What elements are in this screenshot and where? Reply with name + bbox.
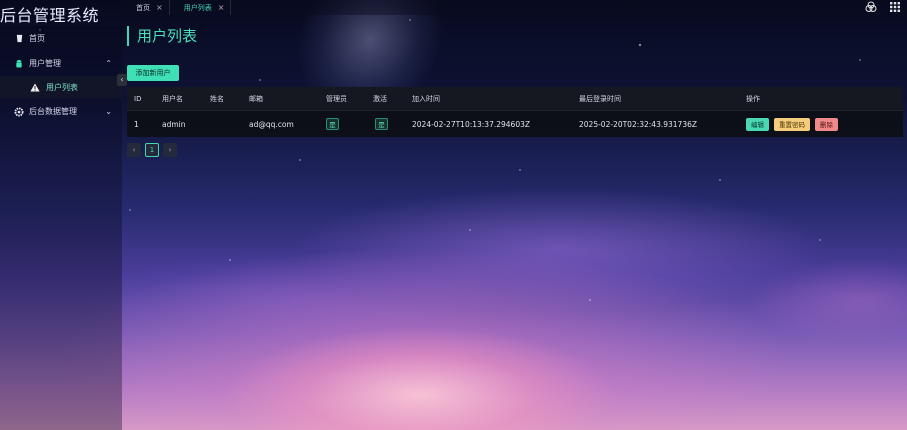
prev-page-button[interactable]: ‹ xyxy=(127,143,141,157)
active-status-badge: 是 xyxy=(375,118,388,130)
android-icon xyxy=(14,59,24,69)
sidebar-item-label: 用户管理 xyxy=(29,59,61,68)
close-icon[interactable]: × xyxy=(218,3,225,12)
cell-actions: 编辑 重置密码 删除 xyxy=(746,111,838,137)
sidebar-item-label: 用户列表 xyxy=(46,83,78,92)
close-icon[interactable]: × xyxy=(156,3,163,12)
chevron-left-icon: ‹ xyxy=(132,146,136,154)
column-header-username: 用户名 xyxy=(162,94,183,103)
sidebar-collapse-button[interactable]: ‹ xyxy=(117,74,127,86)
cell-admin: 是 xyxy=(326,111,339,137)
tab-home[interactable]: 首页 × xyxy=(122,0,170,15)
cell-joined: 2024-02-27T10:13:37.294603Z xyxy=(412,119,531,129)
sidebar: 首页 用户管理 ⌃ 用户列表 后台数据管理 ⌄ xyxy=(0,26,122,430)
cell-active: 是 xyxy=(375,111,388,137)
cup-icon xyxy=(14,34,24,44)
sidebar-item-label: 后台数据管理 xyxy=(29,107,77,116)
cell-last-login: 2025-02-20T02:32:43.931736Z xyxy=(579,119,698,129)
sidebar-item-label: 首页 xyxy=(29,34,45,43)
chevron-left-icon: ‹ xyxy=(120,75,124,84)
add-user-button[interactable]: 添加新用户 xyxy=(127,65,179,81)
sidebar-item-user-list[interactable]: 用户列表 xyxy=(0,76,122,99)
tab-bar: 首页 × 用户列表 × xyxy=(122,0,907,15)
top-right-toolbar xyxy=(865,0,901,14)
reset-password-button[interactable]: 重置密码 xyxy=(774,117,810,131)
sidebar-item-home[interactable]: 首页 xyxy=(0,26,122,51)
sidebar-item-backend-data[interactable]: 后台数据管理 ⌄ xyxy=(0,99,122,124)
app-title: 后台管理系统 xyxy=(0,6,100,24)
cell-username: admin xyxy=(162,119,186,129)
next-page-button[interactable]: › xyxy=(163,143,177,157)
tab-label: 用户列表 xyxy=(183,3,212,12)
user-table: ID 用户名 姓名 邮箱 管理员 激活 加入时间 最后登录时间 操作 1 adm… xyxy=(127,87,903,137)
page-title: 用户列表 xyxy=(127,26,197,46)
column-header-id: ID xyxy=(134,94,142,103)
cell-email: ad@qq.com xyxy=(249,119,294,129)
tab-label: 首页 xyxy=(136,3,150,12)
page-number-button[interactable]: 1 xyxy=(145,143,159,157)
edit-button[interactable]: 编辑 xyxy=(746,117,769,131)
tab-user-list[interactable]: 用户列表 × xyxy=(170,0,232,15)
sidebar-item-user-management[interactable]: 用户管理 ⌃ xyxy=(0,51,122,76)
table-header: ID 用户名 姓名 邮箱 管理员 激活 加入时间 最后登录时间 操作 xyxy=(127,87,903,111)
gear-icon xyxy=(14,107,24,117)
grid-apps-icon[interactable] xyxy=(889,1,901,13)
column-header-admin: 管理员 xyxy=(326,94,347,103)
column-header-email: 邮箱 xyxy=(249,94,263,103)
column-header-actions: 操作 xyxy=(746,94,760,103)
pagination: ‹ 1 › xyxy=(127,143,177,157)
color-circles-icon[interactable] xyxy=(865,1,877,13)
chevron-right-icon: › xyxy=(168,146,172,154)
warning-triangle-icon xyxy=(30,83,40,93)
cell-id: 1 xyxy=(134,119,139,129)
column-header-name: 姓名 xyxy=(210,94,224,103)
column-header-last-login: 最后登录时间 xyxy=(579,94,621,103)
table-row: 1 admin ad@qq.com 是 是 2024-02-27T10:13:3… xyxy=(127,111,903,137)
column-header-joined: 加入时间 xyxy=(412,94,440,103)
chevron-up-icon: ⌃ xyxy=(105,59,112,68)
delete-button[interactable]: 删除 xyxy=(815,117,838,131)
admin-status-badge: 是 xyxy=(326,118,339,130)
column-header-active: 激活 xyxy=(373,94,387,103)
chevron-down-icon: ⌄ xyxy=(105,107,112,116)
